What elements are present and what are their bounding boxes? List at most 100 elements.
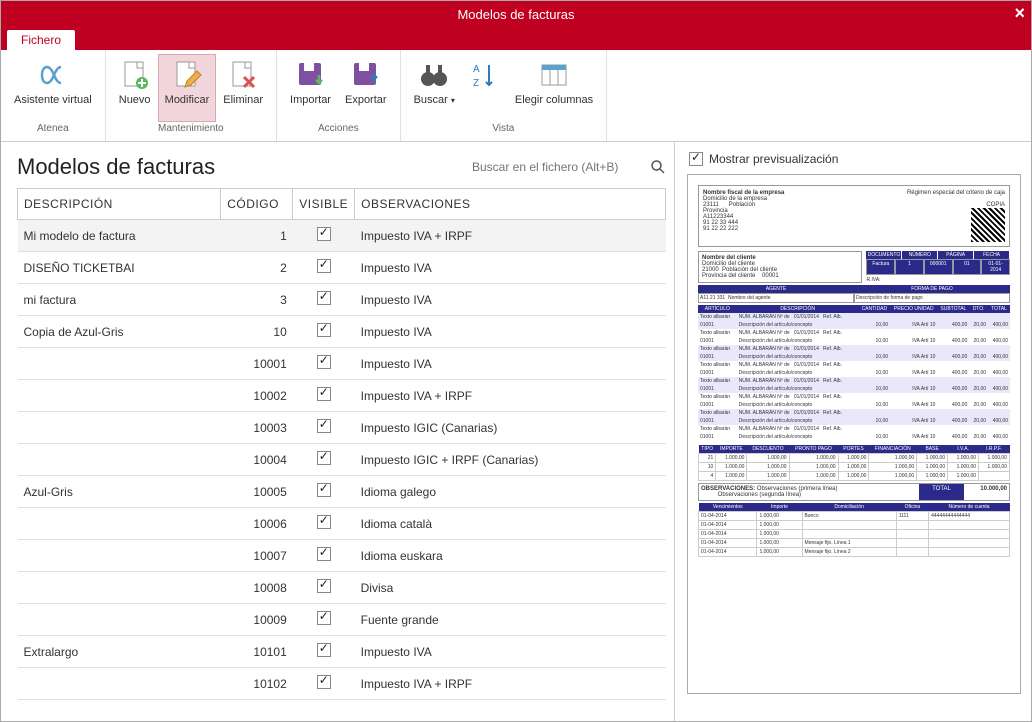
titlebar: Modelos de facturas × bbox=[1, 1, 1031, 27]
cell-visible[interactable] bbox=[293, 636, 355, 668]
col-codigo[interactable]: CÓDIGO bbox=[221, 189, 293, 220]
cell-visible[interactable] bbox=[293, 668, 355, 700]
left-pane: Modelos de facturas DESCRIPCIÓN CÓDIGO V… bbox=[1, 142, 675, 721]
search-icon[interactable] bbox=[650, 159, 666, 175]
cell-descripcion: mi factura bbox=[18, 284, 221, 316]
cell-descripcion bbox=[18, 444, 221, 476]
ribbon-button-eliminar[interactable]: Eliminar bbox=[216, 54, 270, 122]
checkbox-icon[interactable] bbox=[317, 515, 331, 529]
checkbox-icon[interactable] bbox=[317, 323, 331, 337]
table-row[interactable]: 10004 Impuesto IGIC + IRPF (Canarias) bbox=[18, 444, 666, 476]
checkbox-icon[interactable] bbox=[317, 419, 331, 433]
window-title: Modelos de facturas bbox=[457, 7, 574, 22]
tabstrip: Fichero bbox=[1, 27, 1031, 50]
checkbox-icon[interactable] bbox=[317, 579, 331, 593]
cell-codigo: 10008 bbox=[221, 572, 293, 604]
checkbox-icon[interactable] bbox=[317, 259, 331, 273]
ribbon-group: Buscar ▾AZElegir columnasVista bbox=[401, 50, 608, 141]
ribbon-button-label: Elegir columnas bbox=[515, 94, 593, 106]
cell-visible[interactable] bbox=[293, 508, 355, 540]
cell-descripcion: DISEÑO TICKETBAI bbox=[18, 252, 221, 284]
cell-visible[interactable] bbox=[293, 220, 355, 252]
checkbox-icon[interactable] bbox=[317, 611, 331, 625]
checkbox-icon[interactable] bbox=[317, 387, 331, 401]
cell-observaciones: Impuesto IVA + IRPF bbox=[355, 668, 666, 700]
cell-codigo: 2 bbox=[221, 252, 293, 284]
cell-visible[interactable] bbox=[293, 444, 355, 476]
tab-fichero[interactable]: Fichero bbox=[7, 30, 75, 50]
table-row[interactable]: 10006Idioma català bbox=[18, 508, 666, 540]
ribbon-button-buscar[interactable]: Buscar ▾ bbox=[407, 54, 462, 122]
table-row[interactable]: 10007 Idioma euskara bbox=[18, 540, 666, 572]
cell-codigo: 10004 bbox=[221, 444, 293, 476]
checkbox-icon[interactable] bbox=[317, 227, 331, 241]
table-row[interactable]: Mi modelo de factura1Impuesto IVA + IRPF bbox=[18, 220, 666, 252]
content-area: Modelos de facturas DESCRIPCIÓN CÓDIGO V… bbox=[1, 142, 1031, 721]
ribbon-button-label: Asistente virtual bbox=[14, 94, 92, 106]
ribbon-group: ImportarExportarAcciones bbox=[277, 50, 401, 141]
table-row[interactable]: 10003Impuesto IGIC (Canarias) bbox=[18, 412, 666, 444]
chevron-down-icon: ▾ bbox=[451, 96, 455, 105]
table-row[interactable]: Copia de Azul-Gris10Impuesto IVA bbox=[18, 316, 666, 348]
checkbox-icon[interactable] bbox=[317, 483, 331, 497]
cell-visible[interactable] bbox=[293, 348, 355, 380]
cell-observaciones: Impuesto IVA + IRPF bbox=[355, 380, 666, 412]
cell-visible[interactable] bbox=[293, 604, 355, 636]
svg-text:Z: Z bbox=[473, 78, 479, 89]
ribbon-button-label: Eliminar bbox=[223, 94, 263, 106]
table-row[interactable]: Extralargo10101Impuesto IVA bbox=[18, 636, 666, 668]
cell-descripcion bbox=[18, 508, 221, 540]
table-row[interactable]: Azul-Gris10005Idioma galego bbox=[18, 476, 666, 508]
show-preview-toggle[interactable]: Mostrar previsualización bbox=[689, 152, 1021, 166]
cell-visible[interactable] bbox=[293, 316, 355, 348]
ribbon-button-sort-icon[interactable]: AZ bbox=[462, 54, 508, 122]
col-observaciones[interactable]: OBSERVACIONES bbox=[355, 189, 666, 220]
checkbox-icon[interactable] bbox=[317, 291, 331, 305]
ribbon-button-asistente-virtual[interactable]: Asistente virtual bbox=[7, 54, 99, 122]
cell-visible[interactable] bbox=[293, 284, 355, 316]
checkbox-icon[interactable] bbox=[317, 643, 331, 657]
cell-descripcion bbox=[18, 604, 221, 636]
checkbox-icon[interactable] bbox=[689, 152, 703, 166]
cell-visible[interactable] bbox=[293, 476, 355, 508]
checkbox-icon[interactable] bbox=[317, 547, 331, 561]
cell-observaciones: Idioma euskara bbox=[355, 540, 666, 572]
checkbox-icon[interactable] bbox=[317, 451, 331, 465]
cell-observaciones: Impuesto IVA bbox=[355, 252, 666, 284]
close-icon[interactable]: × bbox=[1014, 3, 1025, 24]
ribbon-button-exportar[interactable]: Exportar bbox=[338, 54, 394, 122]
table-row[interactable]: 10002Impuesto IVA + IRPF bbox=[18, 380, 666, 412]
search-input[interactable] bbox=[472, 160, 642, 175]
cell-visible[interactable] bbox=[293, 380, 355, 412]
table-row[interactable]: 10009 Fuente grande bbox=[18, 604, 666, 636]
cell-visible[interactable] bbox=[293, 412, 355, 444]
cell-descripcion bbox=[18, 572, 221, 604]
cell-codigo: 10007 bbox=[221, 540, 293, 572]
table-row[interactable]: mi factura3Impuesto IVA bbox=[18, 284, 666, 316]
cell-codigo: 10009 bbox=[221, 604, 293, 636]
cell-visible[interactable] bbox=[293, 572, 355, 604]
cell-visible[interactable] bbox=[293, 252, 355, 284]
ribbon-button-importar[interactable]: Importar bbox=[283, 54, 338, 122]
right-pane: Mostrar previsualización Nombre fiscal d… bbox=[675, 142, 1031, 721]
ribbon-button-modificar[interactable]: Modificar bbox=[158, 54, 217, 122]
table-row[interactable]: DISEÑO TICKETBAI2 Impuesto IVA bbox=[18, 252, 666, 284]
ribbon-button-label: Exportar bbox=[345, 94, 387, 106]
ribbon-button-elegir-columnas[interactable]: Elegir columnas bbox=[508, 54, 600, 122]
table-row[interactable]: 10102Impuesto IVA + IRPF bbox=[18, 668, 666, 700]
ribbon-button-label: Modificar bbox=[165, 94, 210, 106]
cell-observaciones: Impuesto IGIC + IRPF (Canarias) bbox=[355, 444, 666, 476]
cell-observaciones: Fuente grande bbox=[355, 604, 666, 636]
ribbon-group: NuevoModificarEliminarMantenimiento bbox=[106, 50, 277, 141]
table-row[interactable]: 10008Divisa bbox=[18, 572, 666, 604]
col-descripcion[interactable]: DESCRIPCIÓN bbox=[18, 189, 221, 220]
checkbox-icon[interactable] bbox=[317, 675, 331, 689]
checkbox-icon[interactable] bbox=[317, 355, 331, 369]
ribbon-button-nuevo[interactable]: Nuevo bbox=[112, 54, 158, 122]
invoice-preview: Nombre fiscal de la empresaDomicilio de … bbox=[687, 174, 1021, 694]
cell-visible[interactable] bbox=[293, 540, 355, 572]
table-row[interactable]: 10001Impuesto IVA bbox=[18, 348, 666, 380]
col-visible[interactable]: VISIBLE bbox=[293, 189, 355, 220]
cell-observaciones: Idioma català bbox=[355, 508, 666, 540]
ribbon-group: Asistente virtualAtenea bbox=[1, 50, 106, 141]
